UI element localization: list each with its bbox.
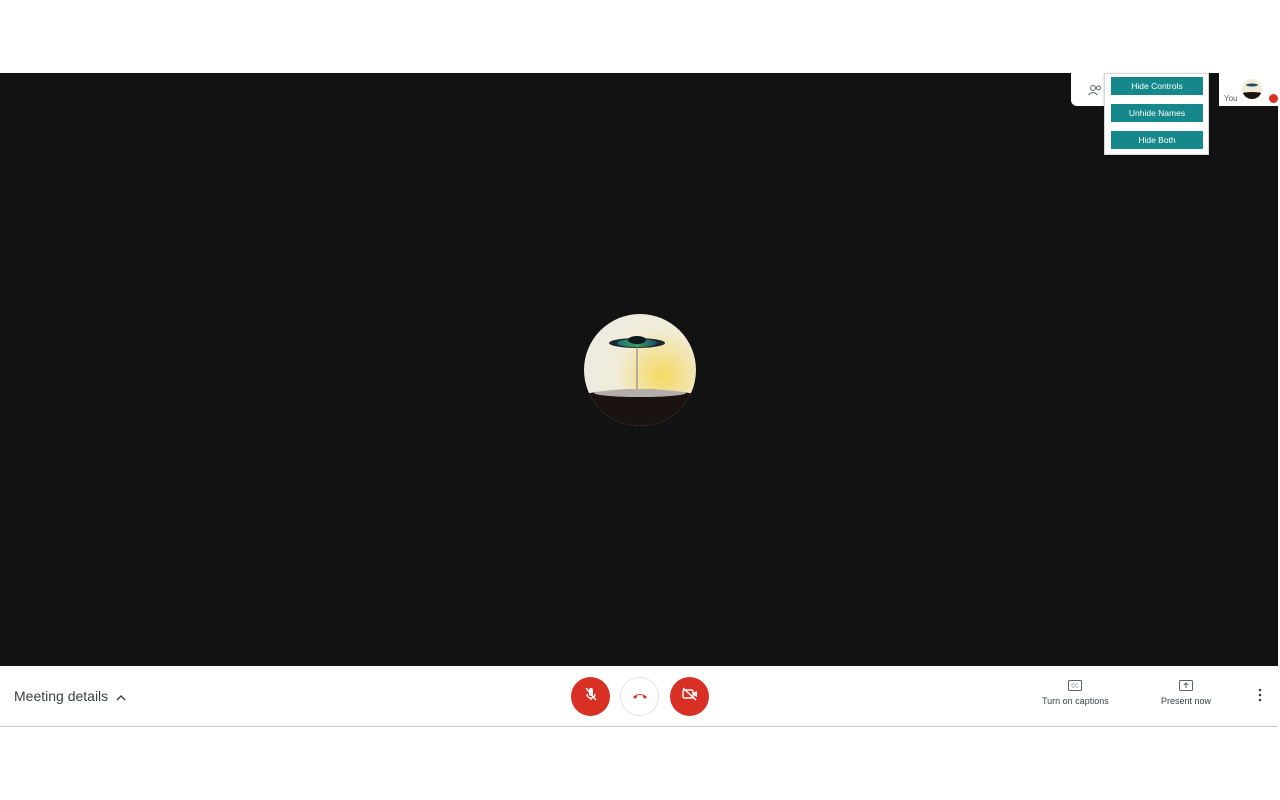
svg-text:CC: CC	[1072, 684, 1080, 690]
self-label: You	[1224, 94, 1238, 103]
self-avatar	[1242, 79, 1262, 99]
hide-both-button[interactable]: Hide Both	[1111, 131, 1203, 149]
present-icon	[1179, 680, 1194, 693]
mic-off-icon	[583, 686, 599, 707]
people-icon[interactable]	[1088, 83, 1102, 101]
camera-toggle-button[interactable]	[670, 677, 709, 716]
present-now-button[interactable]: Present now	[1161, 680, 1211, 706]
unhide-names-button[interactable]: Unhide Names	[1111, 104, 1203, 122]
self-view-tile[interactable]: You	[1219, 73, 1278, 106]
more-vert-icon	[1258, 688, 1262, 707]
bottom-toolbar: Meeting details CC Turn on captions Pres…	[0, 666, 1278, 727]
present-label: Present now	[1161, 696, 1212, 706]
captions-button[interactable]: CC Turn on captions	[1042, 680, 1109, 706]
hide-controls-button[interactable]: Hide Controls	[1111, 77, 1203, 95]
participant-avatar	[584, 314, 696, 426]
meeting-details-button[interactable]: Meeting details	[14, 686, 126, 706]
mic-toggle-button[interactable]	[571, 677, 610, 716]
hang-up-icon	[631, 688, 649, 706]
extension-panel: Hide Controls Unhide Names Hide Both	[1104, 73, 1209, 155]
captions-icon: CC	[1068, 680, 1083, 693]
hang-up-button[interactable]	[620, 677, 659, 716]
meeting-details-label: Meeting details	[14, 688, 109, 704]
recording-dot	[1269, 94, 1278, 103]
more-options-button[interactable]	[1253, 688, 1267, 706]
camera-off-icon	[681, 686, 699, 707]
captions-label: Turn on captions	[1042, 696, 1109, 706]
chevron-up-icon	[116, 688, 126, 704]
